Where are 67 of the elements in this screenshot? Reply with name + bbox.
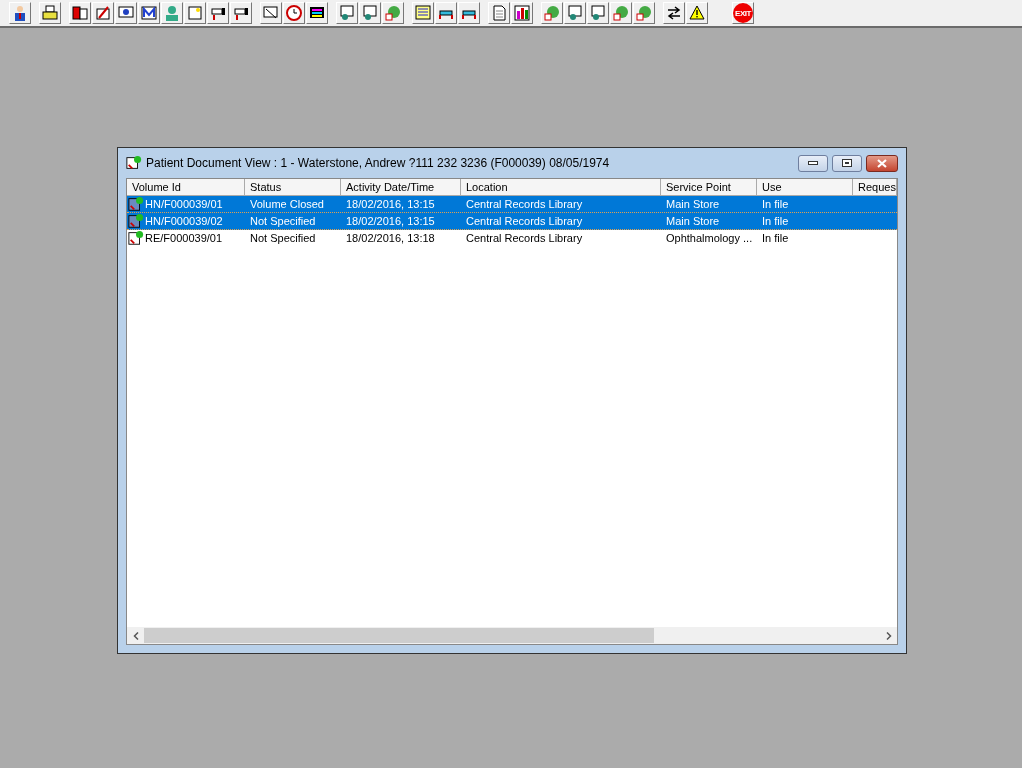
toolbar-button[interactable] xyxy=(115,2,137,24)
table-cell-text: Central Records Library xyxy=(465,215,584,227)
table-cell: RE/F000039/01 xyxy=(145,232,223,244)
card-icon xyxy=(361,4,379,22)
close-button[interactable] xyxy=(866,154,898,172)
table-cell-text: In file xyxy=(761,198,790,210)
note-icon xyxy=(186,4,204,22)
volume-icon xyxy=(128,196,144,212)
table-cell-text: Not Specified xyxy=(249,215,317,227)
scrollbar-thumb[interactable] xyxy=(144,628,654,643)
book-icon xyxy=(71,4,89,22)
table-cell: HN/F000039/01 xyxy=(145,198,223,210)
card-icon xyxy=(589,4,607,22)
table-cell-text: In file xyxy=(761,232,790,244)
table-cell-text: Main Store xyxy=(665,198,721,210)
table-cell-text: Main Store xyxy=(665,215,721,227)
table-cell-text: 18/02/2016, 13:15 xyxy=(345,198,436,210)
minimize-icon xyxy=(808,161,818,165)
chevron-left-icon xyxy=(132,631,139,640)
table-cell-text: 18/02/2016, 13:15 xyxy=(345,215,436,227)
toolbar-button[interactable] xyxy=(663,2,685,24)
printer-icon xyxy=(41,4,59,22)
list-icon xyxy=(414,4,432,22)
minimize-button[interactable] xyxy=(798,154,828,172)
card-icon xyxy=(566,4,584,22)
toolbar-button[interactable] xyxy=(435,2,457,24)
toolbar-button[interactable] xyxy=(39,2,61,24)
table-cell-text: 18/02/2016, 13:18 xyxy=(345,232,436,244)
bar-chart-icon xyxy=(513,4,531,22)
volume-icon xyxy=(128,213,144,229)
table-cell-text: Not Specified xyxy=(249,232,317,244)
maximize-icon xyxy=(842,159,852,167)
column-header[interactable]: Activity Date/Time xyxy=(341,179,461,196)
table-cell-text: Central Records Library xyxy=(465,232,584,244)
column-header[interactable]: Status xyxy=(245,179,341,196)
close-icon xyxy=(877,158,887,168)
column-header[interactable]: Volume Id xyxy=(127,179,245,196)
toolbar-button[interactable] xyxy=(138,2,160,24)
arrows-icon xyxy=(665,4,683,22)
warning-icon xyxy=(688,4,706,22)
column-header[interactable]: Reques xyxy=(853,179,897,196)
pen-icon xyxy=(94,4,112,22)
table-row[interactable]: HN/F000039/01 Volume Closed 18/02/2016, 13:15 Central Records Library Main Store In file xyxy=(127,196,897,213)
chevron-right-icon xyxy=(885,631,892,640)
table-cell-text: Ophthalmology ... xyxy=(665,232,754,244)
table-cell-text: In file xyxy=(761,215,790,227)
table-row[interactable]: RE/F000039/01 Not Specified 18/02/2016, 13:18 Central Records Library Ophthalmology ... In file xyxy=(127,230,897,247)
letter-m-icon xyxy=(140,4,158,22)
table-cell-text: Volume Closed xyxy=(249,198,325,210)
table-row[interactable]: HN/F000039/02 Not Specified 18/02/2016, 13:15 Central Records Library Main Store In file xyxy=(127,213,897,230)
maximize-button[interactable] xyxy=(832,154,862,172)
card-icon xyxy=(338,4,356,22)
toolbar-button[interactable] xyxy=(686,2,708,24)
toolbar-button[interactable] xyxy=(9,2,31,24)
patient-card-icon xyxy=(126,155,142,171)
toolbar-button[interactable] xyxy=(69,2,91,24)
window-title: Patient Document View : 1 - Waterstone, Andrew ?111 232 3236 (F000039) 08/05/1974 xyxy=(146,156,611,170)
page-icon xyxy=(490,4,508,22)
clock-icon xyxy=(285,4,303,22)
toolbar-button[interactable] xyxy=(458,2,480,24)
table-cell: HN/F000039/02 xyxy=(145,215,223,227)
toolbar-button[interactable] xyxy=(306,2,328,24)
column-header[interactable]: Service Point xyxy=(661,179,757,196)
column-header[interactable]: Location xyxy=(461,179,661,196)
column-header[interactable]: Use xyxy=(757,179,853,196)
exit-button[interactable]: EXIT xyxy=(732,2,754,24)
table-cell-text: Central Records Library xyxy=(465,198,584,210)
